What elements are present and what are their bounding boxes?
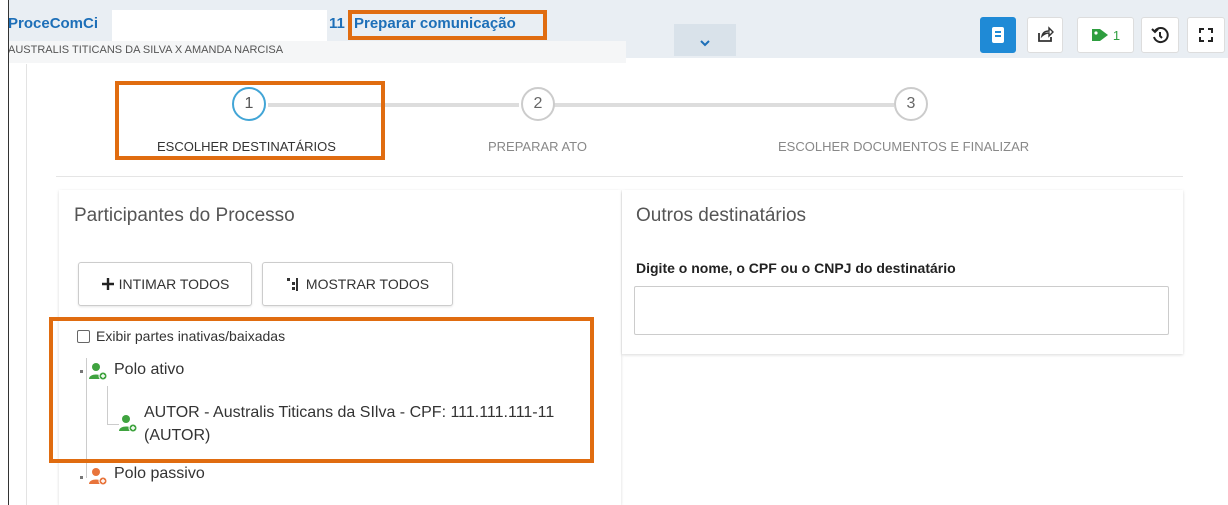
window-edge (8, 0, 9, 505)
polo-passivo-label[interactable]: Polo passivo (114, 465, 205, 483)
participants-title: Participantes do Processo (74, 205, 295, 226)
process-subtitle-bar: AUSTRALIS TITICANS DA SILVA X AMANDA NAR… (8, 41, 626, 63)
history-button[interactable] (1141, 17, 1179, 53)
process-title[interactable]: ProceComCi (8, 15, 98, 32)
tag-count: 1 (1112, 27, 1121, 43)
step-2-label[interactable]: PREPARAR ATO (488, 139, 587, 154)
destinatario-field-label: Digite o nome, o CPF ou o CNPJ do destin… (636, 260, 956, 276)
destinatario-input[interactable] (634, 286, 1169, 335)
process-number-suffix[interactable]: 11 (329, 15, 345, 32)
fullscreen-icon (1199, 28, 1213, 42)
step-1-highlight (115, 81, 385, 160)
step-2-circle[interactable]: 2 (521, 87, 555, 121)
book-button[interactable] (980, 17, 1016, 53)
polo-passivo-toggle[interactable] (80, 476, 83, 479)
stepper-divider (56, 176, 1183, 177)
share-button[interactable] (1027, 17, 1063, 53)
outros-title: Outros destinatários (636, 205, 807, 226)
step-3-label[interactable]: ESCOLHER DOCUMENTOS E FINALIZAR (778, 139, 1029, 154)
mostrar-todos-label: MOSTRAR TODOS (305, 276, 430, 292)
mostrar-todos-button[interactable]: MOSTRAR TODOS (262, 262, 453, 306)
intimar-todos-button[interactable]: INTIMAR TODOS (78, 262, 252, 306)
redacted-area (112, 10, 327, 42)
tag-button[interactable]: 1 (1077, 17, 1134, 53)
hierarchy-icon (286, 278, 298, 291)
step-3-circle[interactable]: 3 (894, 87, 928, 121)
header-dropdown-toggle[interactable] (674, 24, 736, 56)
chevron-down-icon (700, 40, 710, 47)
plus-icon (101, 278, 114, 290)
book-icon (992, 27, 1004, 43)
top-header: ProceComCi 11 Preparar comunicação AUSTR… (0, 0, 1228, 66)
intimar-todos-label: INTIMAR TODOS (118, 276, 230, 292)
step-connector-2 (553, 103, 894, 107)
tree-highlight (49, 317, 594, 463)
share-icon (1038, 26, 1054, 42)
process-subtitle: AUSTRALIS TITICANS DA SILVA X AMANDA NAR… (8, 44, 284, 56)
user-add-icon (89, 468, 108, 486)
tag-icon (1091, 29, 1108, 41)
history-icon (1151, 27, 1169, 44)
fullscreen-button[interactable] (1187, 17, 1225, 53)
task-title-highlight (348, 10, 547, 40)
